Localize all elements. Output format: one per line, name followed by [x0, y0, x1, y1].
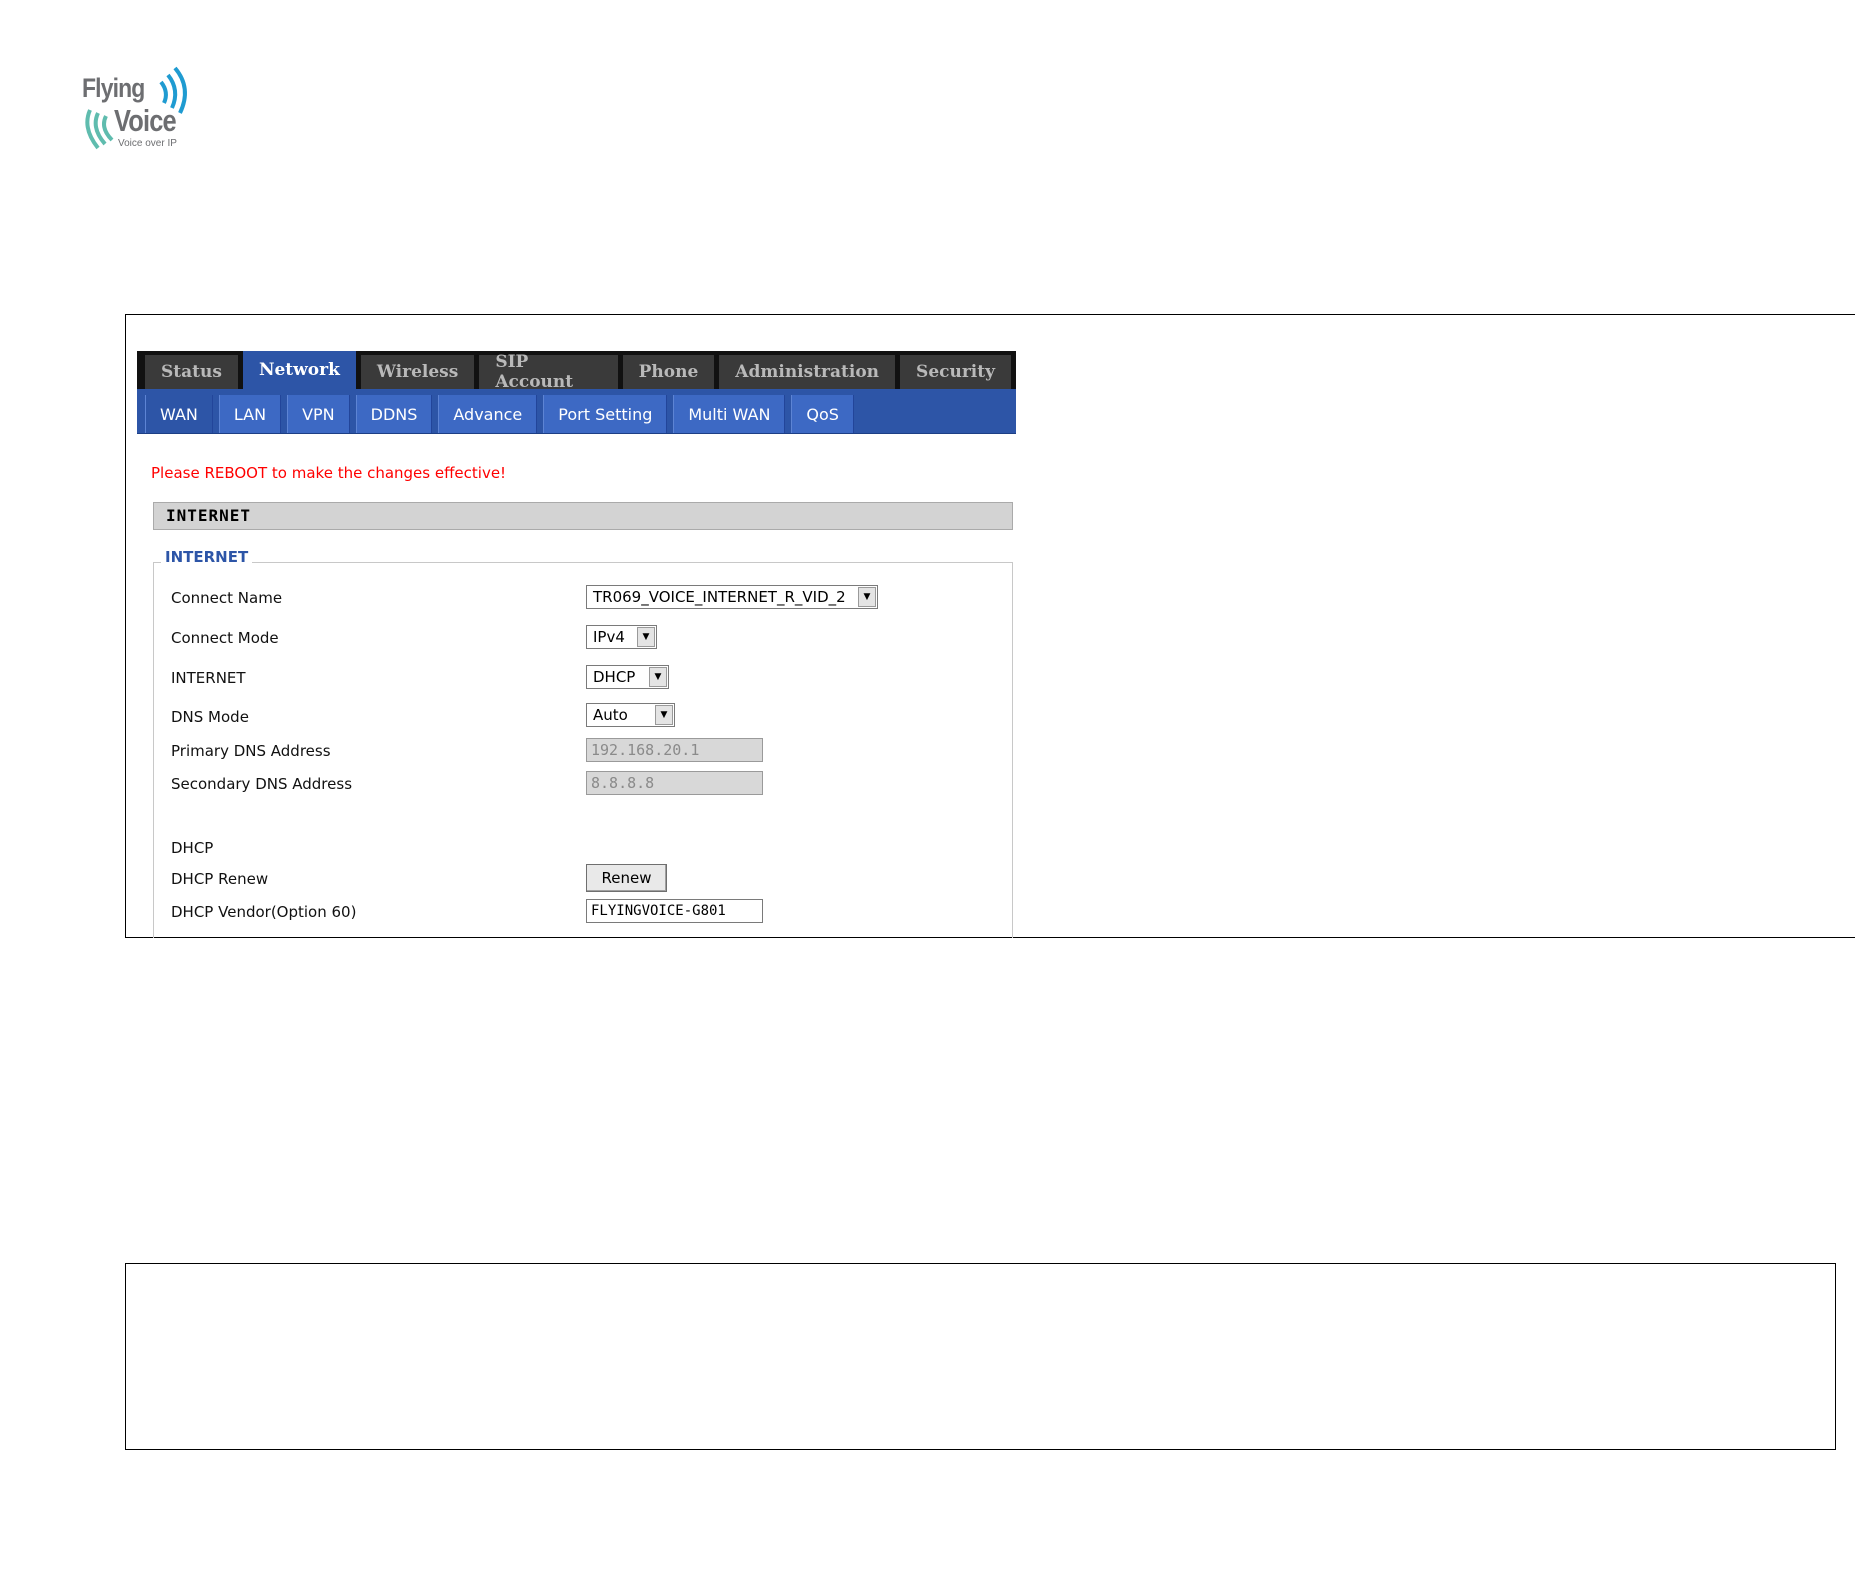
internet-type-label: INTERNET — [171, 669, 246, 687]
primary-dns-input: 192.168.20.1 — [586, 738, 763, 762]
tab-wireless[interactable]: Wireless — [360, 355, 475, 389]
secondary-dns-label: Secondary DNS Address — [171, 775, 353, 793]
subtab-vpn[interactable]: VPN — [287, 395, 350, 433]
note-frame — [125, 1263, 1836, 1450]
tab-sip-account[interactable]: SIP Account — [479, 352, 618, 392]
tab-network[interactable]: Network — [242, 351, 356, 389]
dns-mode-label: DNS Mode — [171, 708, 249, 726]
reboot-notice: Please REBOOT to make the changes effect… — [151, 464, 507, 482]
tab-security[interactable]: Security — [900, 355, 1011, 389]
subtab-ddns[interactable]: DDNS — [355, 395, 433, 433]
dns-mode-value: Auto — [593, 706, 628, 724]
primary-dns-label: Primary DNS Address — [171, 742, 331, 760]
internet-type-value: DHCP — [593, 668, 636, 686]
fieldset-legend: INTERNET — [161, 548, 253, 566]
internet-type-select[interactable]: DHCP ▼ — [586, 665, 669, 689]
logo-word-flying: Flying — [82, 73, 145, 103]
chevron-down-icon: ▼ — [655, 705, 673, 725]
subtab-multi-wan[interactable]: Multi WAN — [673, 395, 786, 433]
subtab-qos[interactable]: QoS — [791, 395, 854, 433]
subtab-port-setting[interactable]: Port Setting — [543, 395, 668, 433]
dhcp-renew-label: DHCP Renew — [171, 870, 269, 888]
router-web-ui: Status Network Wireless SIP Account Phon… — [137, 351, 1016, 938]
logo-tagline: Voice over IP — [118, 138, 177, 149]
logo-word-voice: Voice — [114, 103, 177, 138]
tab-status[interactable]: Status — [145, 355, 238, 389]
connect-name-label: Connect Name — [171, 589, 283, 607]
dhcp-vendor-input[interactable]: FLYINGVOICE-G801 — [586, 899, 763, 923]
connect-mode-label: Connect Mode — [171, 629, 279, 647]
subtab-wan[interactable]: WAN — [145, 395, 213, 433]
tab-phone[interactable]: Phone — [622, 355, 715, 389]
connect-mode-value: IPv4 — [593, 628, 625, 646]
subtab-lan[interactable]: LAN — [218, 395, 282, 433]
connect-name-select[interactable]: TR069_VOICE_INTERNET_R_VID_2 ▼ — [586, 585, 878, 609]
connect-mode-select[interactable]: IPv4 ▼ — [586, 625, 657, 649]
main-nav: Status Network Wireless SIP Account Phon… — [137, 351, 1016, 392]
section-title: INTERNET — [153, 502, 1013, 530]
subtab-advance[interactable]: Advance — [438, 395, 538, 433]
connect-name-value: TR069_VOICE_INTERNET_R_VID_2 — [593, 588, 846, 606]
secondary-dns-input: 8.8.8.8 — [586, 771, 763, 795]
sub-nav: WAN LAN VPN DDNS Advance Port Setting Mu… — [137, 389, 1016, 434]
tab-administration[interactable]: Administration — [719, 355, 896, 389]
chevron-down-icon: ▼ — [649, 667, 667, 687]
dhcp-heading: DHCP — [171, 839, 214, 857]
chevron-down-icon: ▼ — [637, 627, 655, 647]
flyingvoice-logo: Flying Voice Voice over IP — [80, 58, 200, 158]
dns-mode-select[interactable]: Auto ▼ — [586, 703, 675, 727]
chevron-down-icon: ▼ — [858, 587, 876, 607]
renew-button[interactable]: Renew — [586, 864, 667, 892]
dhcp-vendor-label: DHCP Vendor(Option 60) — [171, 903, 357, 921]
